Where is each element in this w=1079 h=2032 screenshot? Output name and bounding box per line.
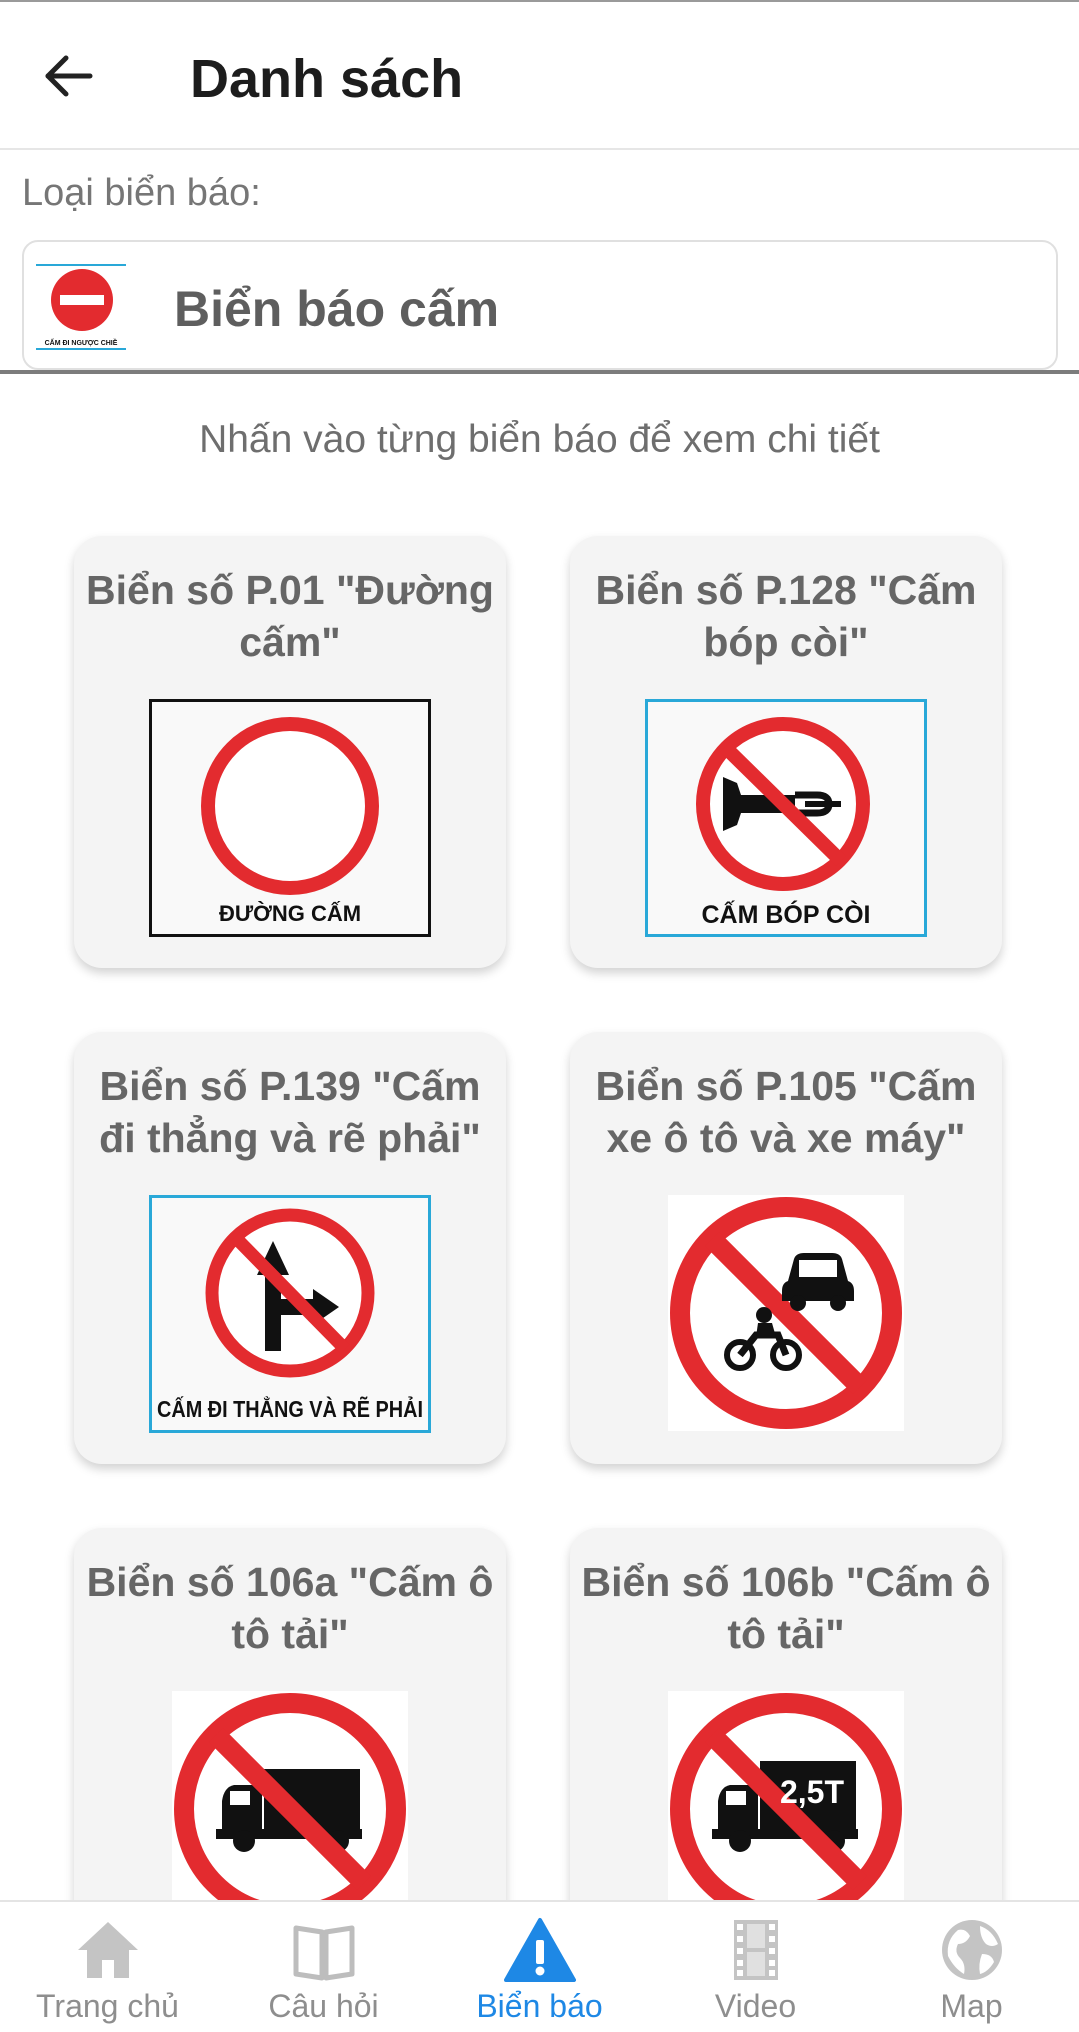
home-icon <box>78 1922 138 1978</box>
sign-caption: CẤM ĐI THẲNG VÀ RẼ PHẢI <box>157 1394 423 1422</box>
sign-card-p105[interactable]: Biển số P.105 "Cấm xe ô tô và xe máy" <box>570 1032 1002 1464</box>
warning-sign-icon <box>504 1918 576 1982</box>
nav-item-map[interactable]: Map <box>864 1902 1079 2032</box>
category-selected-value: Biển báo cấm <box>174 281 500 337</box>
book-icon <box>293 1925 355 1981</box>
no-truck-weight-icon: 2,5T <box>668 1691 904 1927</box>
sign-title: Biển số P.01 "Đường cấm" <box>86 567 494 665</box>
arrow-left-icon <box>45 55 93 97</box>
film-icon <box>734 1920 778 1980</box>
sign-title: Biển số 106a "Cấm ô tô tải" <box>86 1559 494 1657</box>
sign-card-106a[interactable]: Biển số 106a "Cấm ô tô tải" <box>74 1528 506 1948</box>
truck-weight-label: 2,5T <box>780 1774 844 1810</box>
sign-card-p139[interactable]: Biển số P.139 "Cấm đi thẳng và rẽ phải" … <box>74 1032 506 1464</box>
hint-text: Nhấn vào từng biển báo để xem chi tiết <box>199 418 880 461</box>
nav-item-questions[interactable]: Câu hỏi <box>216 1902 431 2032</box>
sign-title: Biển số 106b "Cấm ô tô tải" <box>581 1559 991 1657</box>
nav-item-video[interactable]: Video <box>648 1902 863 2032</box>
sign-title: Biển số P.128 "Cấm bóp còi" <box>595 567 977 665</box>
nav-label: Biển báo <box>476 1988 603 2024</box>
no-truck-icon <box>172 1691 408 1927</box>
sign-card-p01[interactable]: Biển số P.01 "Đường cấm" ĐƯỜNG CẤM <box>74 536 506 968</box>
category-label: Loại biển báo: <box>22 172 261 214</box>
no-entry-circle-icon: ĐƯỜNG CẤM <box>149 699 431 937</box>
sign-caption: CẤM BÓP CÒI <box>702 899 871 929</box>
back-button[interactable] <box>36 44 100 108</box>
nav-item-home[interactable]: Trang chủ <box>0 1902 215 2032</box>
sign-card-p128[interactable]: Biển số P.128 "Cấm bóp còi" CẤM BÓP CÒI <box>570 536 1002 968</box>
sign-title: Biển số P.139 "Cấm đi thẳng và rẽ phải" <box>99 1063 481 1161</box>
sign-title: Biển số P.105 "Cấm xe ô tô và xe máy" <box>595 1063 977 1161</box>
category-select[interactable]: CẤM ĐI NGƯỢC CHIỀ Biển báo cấm <box>22 240 1058 370</box>
nav-item-signs[interactable]: Biển báo <box>432 1902 647 2032</box>
nav-label: Trang chủ <box>36 1988 179 2024</box>
no-horn-icon: CẤM BÓP CÒI <box>645 699 927 937</box>
globe-icon <box>942 1920 1002 1980</box>
nav-label: Câu hỏi <box>268 1988 379 2024</box>
no-straight-right-icon: CẤM ĐI THẲNG VÀ RẼ PHẢI <box>149 1195 431 1433</box>
sign-card-106b[interactable]: Biển số 106b "Cấm ô tô tải" 2,5T <box>570 1528 1002 1948</box>
bottom-navigation: Trang chủ Câu hỏi Biển báo Video Map <box>0 1900 1079 2032</box>
app-header: Danh sách <box>0 0 1079 150</box>
nav-label: Map <box>940 1988 1003 2024</box>
page-title: Danh sách <box>190 49 464 109</box>
app-root: Danh sách Loại biển báo: CẤM ĐI NGƯỢC CH… <box>0 0 1079 2032</box>
sign-caption: ĐƯỜNG CẤM <box>219 901 361 926</box>
nav-label: Video <box>714 1988 797 2024</box>
no-car-motorbike-icon <box>668 1195 904 1431</box>
no-entry-sign-icon: CẤM ĐI NGƯỢC CHIỀ <box>36 264 126 350</box>
divider <box>0 370 1079 374</box>
